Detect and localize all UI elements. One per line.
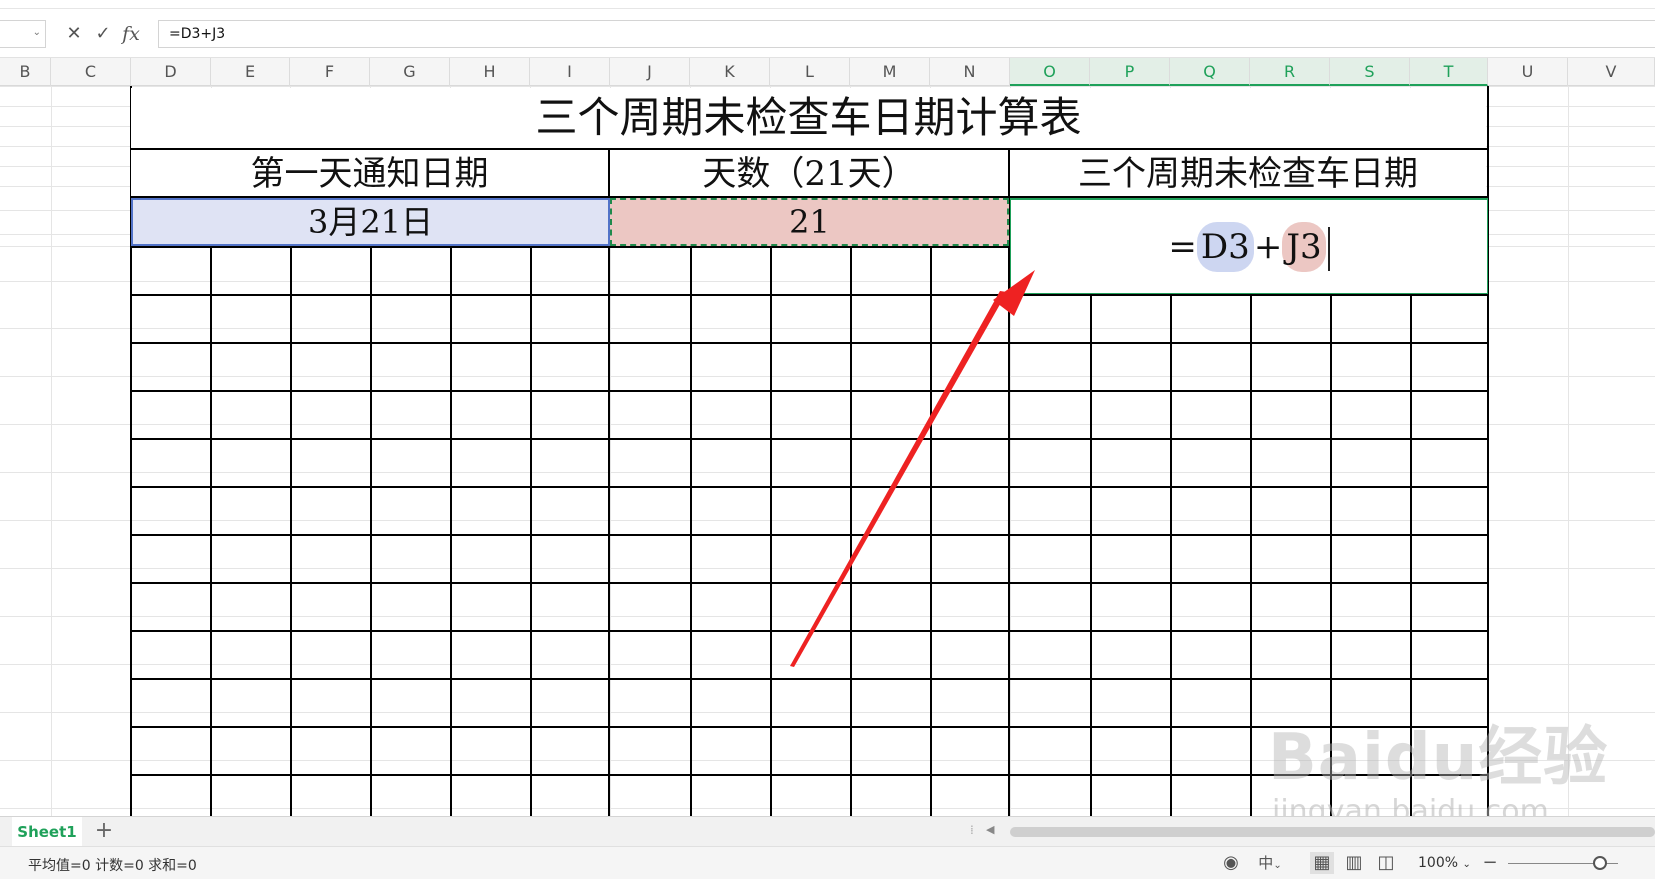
zoom-value: 100% xyxy=(1418,855,1459,871)
zoom-level[interactable]: 100% ⌄ xyxy=(1418,855,1471,871)
chevron-down-icon[interactable]: ⌄ xyxy=(33,27,41,38)
arrow-shaft xyxy=(790,291,1007,667)
column-header-e[interactable]: E xyxy=(211,58,290,86)
column-header-b[interactable]: B xyxy=(0,58,51,86)
column-header-p[interactable]: P xyxy=(1090,58,1170,86)
baidu-watermark-url: jingyan.baidu.com xyxy=(1272,794,1549,816)
column-header-u[interactable]: U xyxy=(1488,58,1568,86)
column-header-i[interactable]: I xyxy=(530,58,610,86)
column-header-h[interactable]: H xyxy=(450,58,530,86)
column-header-k[interactable]: K xyxy=(690,58,770,86)
check-icon: ✓ xyxy=(95,23,111,44)
name-box[interactable]: ⌄ xyxy=(0,20,46,48)
confirm-formula-button[interactable]: ✓ xyxy=(92,22,114,46)
column-header-c[interactable]: C xyxy=(51,58,131,86)
column-header-m[interactable]: M xyxy=(850,58,930,86)
column-header-r[interactable]: R xyxy=(1250,58,1330,86)
spreadsheet-app: ⌄ ✕ ✓ fx =D3+J3 BCDEFGHIJKLMNOPQRSTUV 三个… xyxy=(0,0,1655,879)
cancel-formula-button[interactable]: ✕ xyxy=(63,22,85,46)
column-header-g[interactable]: G xyxy=(370,58,450,86)
formula-input[interactable]: =D3+J3 xyxy=(158,20,1655,48)
sheet-tab-bar: Sheet1 + ⁞ ◀ xyxy=(0,816,1655,847)
column-header-n[interactable]: N xyxy=(930,58,1010,86)
column-header-q[interactable]: Q xyxy=(1170,58,1250,86)
toolbar-divider xyxy=(0,8,1655,9)
input-mode-toggle[interactable]: 中⌄ xyxy=(1250,852,1290,874)
input-mode-label: 中 xyxy=(1258,854,1274,872)
column-header-j[interactable]: J xyxy=(610,58,690,86)
column-header-s[interactable]: S xyxy=(1330,58,1410,86)
column-header-d[interactable]: D xyxy=(131,58,211,86)
normal-view-icon[interactable]: ▦ xyxy=(1310,852,1334,874)
zoom-slider-thumb[interactable] xyxy=(1593,856,1607,870)
scroll-left-icon[interactable]: ◀ xyxy=(986,823,994,836)
column-header-o[interactable]: O xyxy=(1010,58,1090,86)
column-header-v[interactable]: V xyxy=(1568,58,1655,86)
formula-bar: ⌄ ✕ ✓ fx =D3+J3 xyxy=(0,0,1655,58)
baidu-watermark-logo: Baidu经验 xyxy=(1268,721,1609,795)
chevron-down-icon: ⌄ xyxy=(1462,859,1471,870)
add-sheet-button[interactable]: + xyxy=(92,819,116,843)
column-header-f[interactable]: F xyxy=(290,58,370,86)
reading-view-icon[interactable]: ▥ xyxy=(1342,852,1366,874)
sheet-tab-sheet1[interactable]: Sheet1 xyxy=(12,817,82,847)
horizontal-scrollbar-thumb[interactable] xyxy=(1010,827,1655,837)
column-header-t[interactable]: T xyxy=(1410,58,1488,86)
column-header-l[interactable]: L xyxy=(770,58,850,86)
status-bar: 平均值=0 计数=0 求和=0 ◉ 中⌄ ▦ ▥ ◫ 100% ⌄ − xyxy=(0,846,1655,879)
eye-protection-icon[interactable]: ◉ xyxy=(1218,852,1244,874)
worksheet-grid[interactable]: 三个周期未检查车日期计算表 第一天通知日期 天数（21天） 三个周期未检查车日期… xyxy=(0,86,1655,816)
column-header-bar: BCDEFGHIJKLMNOPQRSTUV xyxy=(0,58,1655,86)
status-summary: 平均值=0 计数=0 求和=0 xyxy=(28,858,197,874)
chevron-down-icon: ⌄ xyxy=(1273,860,1282,871)
insert-function-button[interactable]: fx xyxy=(120,22,142,46)
split-handle-icon[interactable]: ⁞ xyxy=(970,823,974,837)
zoom-out-icon[interactable]: − xyxy=(1480,852,1500,874)
page-layout-icon[interactable]: ◫ xyxy=(1374,852,1398,874)
close-icon: ✕ xyxy=(66,23,82,44)
